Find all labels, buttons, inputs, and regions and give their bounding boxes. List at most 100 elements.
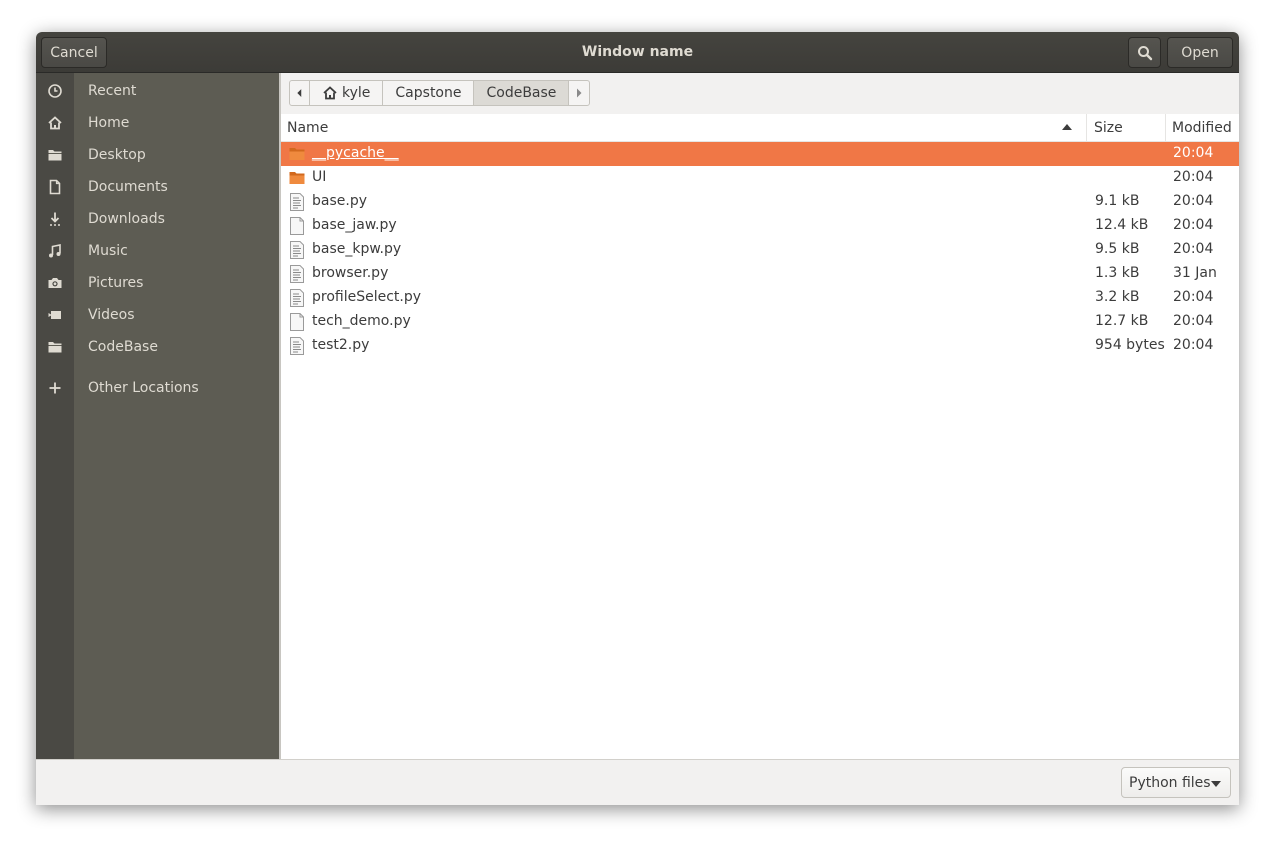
column-label: Modified — [1172, 119, 1232, 136]
home-icon — [323, 86, 337, 100]
file-name: base.py — [312, 193, 367, 209]
sidebar-item-pictures[interactable]: Pictures — [36, 267, 279, 299]
file-row[interactable]: base.py 9.1 kB 20:04 — [281, 190, 1239, 214]
folder-icon — [48, 342, 62, 353]
file-row[interactable]: tech_demo.py 12.7 kB 20:04 — [281, 310, 1239, 334]
column-name-header[interactable]: Name — [281, 114, 1087, 141]
home-icon — [48, 116, 62, 130]
folder-icon — [289, 145, 305, 163]
file-row[interactable]: base_jaw.py 12.4 kB 20:04 — [281, 214, 1239, 238]
music-icon — [49, 244, 61, 258]
file-row[interactable]: __pycache__ 20:04 — [281, 142, 1239, 166]
search-button[interactable] — [1128, 37, 1161, 68]
text-file-icon — [289, 337, 305, 355]
file-modified: 20:04 — [1173, 289, 1214, 305]
file-name: profileSelect.py — [312, 289, 422, 305]
file-icon — [289, 217, 305, 235]
path-forward-button[interactable] — [569, 81, 589, 105]
file-modified: 20:04 — [1173, 337, 1214, 353]
file-name: base_kpw.py — [312, 241, 402, 257]
file-name: browser.py — [312, 265, 389, 281]
window-title: Window name — [581, 44, 694, 60]
chevron-left-icon — [297, 89, 302, 97]
title-bar: Cancel Window name Open — [36, 32, 1239, 73]
sort-ascending-icon — [1062, 124, 1072, 130]
text-file-icon — [289, 265, 305, 283]
text-file-icon — [289, 241, 305, 259]
chevron-down-icon — [1211, 781, 1221, 787]
crumb-codebase[interactable]: CodeBase — [474, 81, 570, 105]
column-modified-header[interactable]: Modified — [1166, 114, 1239, 141]
column-label: Name — [287, 119, 329, 136]
file-size: 954 bytes — [1095, 337, 1165, 353]
places-sidebar: Recent Home Desktop Documents Downloads … — [36, 73, 279, 759]
chevron-right-icon — [577, 88, 582, 98]
folder-icon — [289, 169, 305, 187]
sidebar-item-desktop[interactable]: Desktop — [36, 139, 279, 171]
file-modified: 20:04 — [1173, 193, 1214, 209]
column-size-header[interactable]: Size — [1087, 114, 1166, 141]
sidebar-item-label: Music — [88, 243, 128, 259]
breadcrumb: kyle Capstone CodeBase — [289, 80, 591, 106]
folder-icon — [48, 150, 62, 161]
file-size: 1.3 kB — [1095, 265, 1140, 281]
file-row[interactable]: base_kpw.py 9.5 kB 20:04 — [281, 238, 1239, 262]
file-modified: 20:04 — [1173, 145, 1214, 161]
clock-icon — [48, 84, 62, 98]
file-modified: 20:04 — [1173, 169, 1214, 185]
file-size: 9.1 kB — [1095, 193, 1140, 209]
file-size: 12.4 kB — [1095, 217, 1149, 233]
sidebar-item-documents[interactable]: Documents — [36, 171, 279, 203]
crumb-label: kyle — [342, 85, 371, 101]
sidebar-item-other-locations[interactable]: Other Locations — [36, 372, 279, 404]
file-row[interactable]: test2.py 954 bytes 20:04 — [281, 334, 1239, 358]
camera-icon — [48, 278, 62, 288]
plus-icon — [49, 382, 61, 394]
file-modified: 20:04 — [1173, 241, 1214, 257]
column-header: Name Size Modified — [281, 114, 1239, 142]
sidebar-item-downloads[interactable]: Downloads — [36, 203, 279, 235]
file-size: 3.2 kB — [1095, 289, 1140, 305]
file-name: base_jaw.py — [312, 217, 397, 233]
file-name: tech_demo.py — [312, 313, 411, 329]
sidebar-item-codebase[interactable]: CodeBase — [36, 331, 279, 363]
filter-value: Python files — [1129, 774, 1211, 791]
sidebar-item-label: CodeBase — [88, 339, 158, 355]
file-modified: 31 Jan — [1173, 265, 1217, 281]
sidebar-item-music[interactable]: Music — [36, 235, 279, 267]
file-browser-pane: kyle Capstone CodeBase Name Size Modifie… — [279, 73, 1239, 759]
file-size: 9.5 kB — [1095, 241, 1140, 257]
file-icon — [289, 313, 305, 331]
video-icon — [48, 311, 61, 319]
sidebar-item-label: Videos — [88, 307, 135, 323]
file-name: UI — [312, 169, 327, 185]
column-label: Size — [1094, 119, 1123, 136]
sidebar-item-recent[interactable]: Recent — [36, 75, 279, 107]
search-icon — [1137, 45, 1152, 60]
file-name: __pycache__ — [312, 145, 399, 161]
sidebar-item-label: Other Locations — [88, 380, 199, 396]
file-row[interactable]: profileSelect.py 3.2 kB 20:04 — [281, 286, 1239, 310]
sidebar-item-label: Home — [88, 115, 130, 131]
crumb-capstone[interactable]: Capstone — [383, 81, 475, 105]
sidebar-item-label: Desktop — [88, 147, 146, 163]
sidebar-item-label: Pictures — [88, 275, 144, 291]
text-file-icon — [289, 289, 305, 307]
sidebar-item-videos[interactable]: Videos — [36, 299, 279, 331]
path-bar: kyle Capstone CodeBase — [281, 73, 1239, 114]
sidebar-item-label: Downloads — [88, 211, 165, 227]
sidebar-item-label: Documents — [88, 179, 168, 195]
document-icon — [49, 179, 61, 195]
file-modified: 20:04 — [1173, 217, 1214, 233]
file-size: 12.7 kB — [1095, 313, 1149, 329]
crumb-kyle[interactable]: kyle — [310, 81, 384, 105]
file-type-filter[interactable]: Python files — [1121, 767, 1231, 798]
text-file-icon — [289, 193, 305, 211]
open-button[interactable]: Open — [1167, 37, 1233, 68]
path-back-button[interactable] — [290, 81, 310, 105]
crumb-label: CodeBase — [486, 85, 557, 101]
file-row[interactable]: browser.py 1.3 kB 31 Jan — [281, 262, 1239, 286]
file-row[interactable]: UI 20:04 — [281, 166, 1239, 190]
sidebar-item-home[interactable]: Home — [36, 107, 279, 139]
file-name: test2.py — [312, 337, 370, 353]
